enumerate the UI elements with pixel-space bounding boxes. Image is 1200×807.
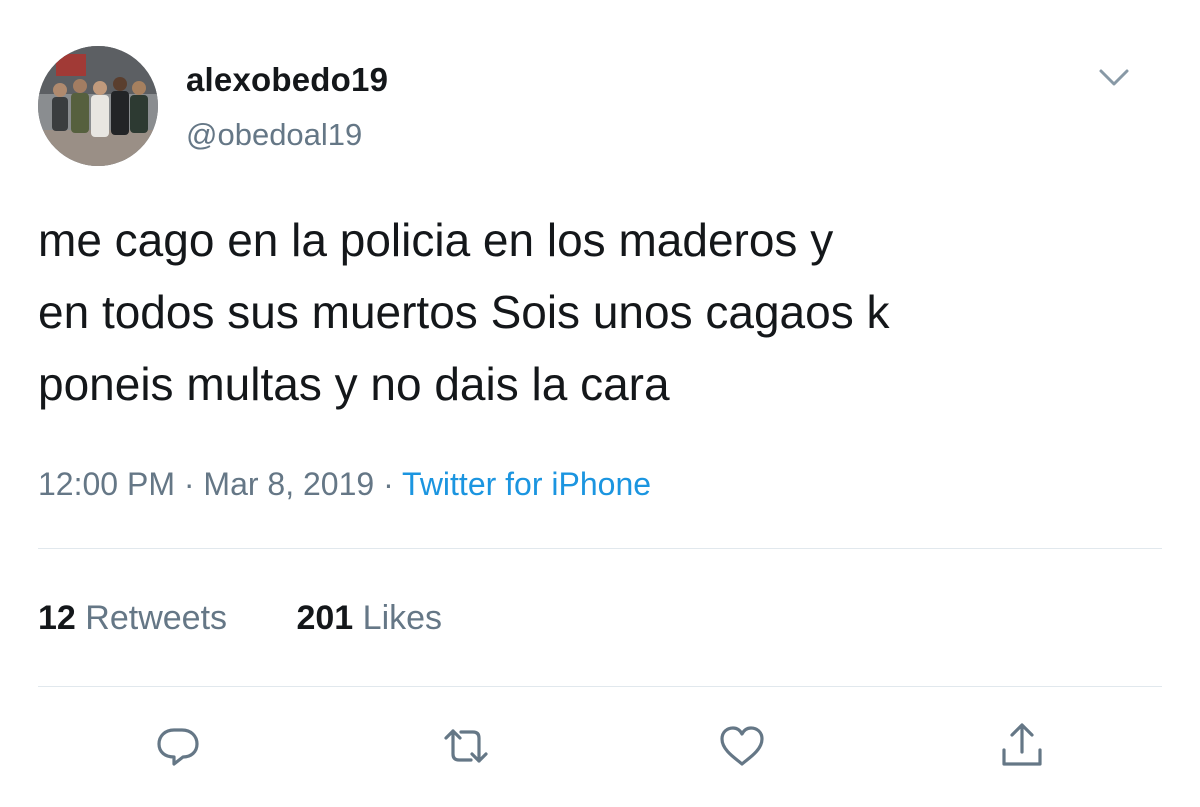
meta-separator: · [383,466,394,502]
tweet-text: me cago en la policia en los maderos y e… [38,214,890,410]
likes-stat[interactable]: 201 Likes [296,598,442,638]
tweet-meta: 12:00 PM · Mar 8, 2019 · Twitter for iPh… [38,464,651,504]
retweets-stat[interactable]: 12 Retweets [38,598,227,638]
retweets-label: Retweets [85,599,228,637]
reply-icon [157,728,199,766]
user-handle[interactable]: @obedoal19 [186,116,362,154]
avatar[interactable] [38,46,158,166]
share-icon [1002,723,1042,766]
tweet-time[interactable]: 12:00 PM [38,466,175,502]
display-name[interactable]: alexobedo19 [186,60,388,100]
retweet-button[interactable] [440,720,492,772]
likes-count: 201 [296,599,354,637]
likes-label: Likes [362,599,443,637]
retweet-icon [444,729,488,763]
like-button[interactable] [716,720,768,772]
reply-button[interactable] [152,720,204,772]
share-button[interactable] [996,720,1048,772]
group-photo-avatar-image [38,46,158,166]
tweet-date[interactable]: Mar 8, 2019 [203,466,374,502]
heart-icon [720,726,764,766]
chevron-down-icon[interactable] [1094,62,1134,92]
divider [38,686,1162,687]
retweets-count: 12 [38,599,76,637]
meta-separator: · [183,466,195,502]
tweet-source-link[interactable]: Twitter for iPhone [402,466,651,502]
divider [38,548,1162,549]
tweet-stats: 12 Retweets 201 Likes [38,598,442,638]
